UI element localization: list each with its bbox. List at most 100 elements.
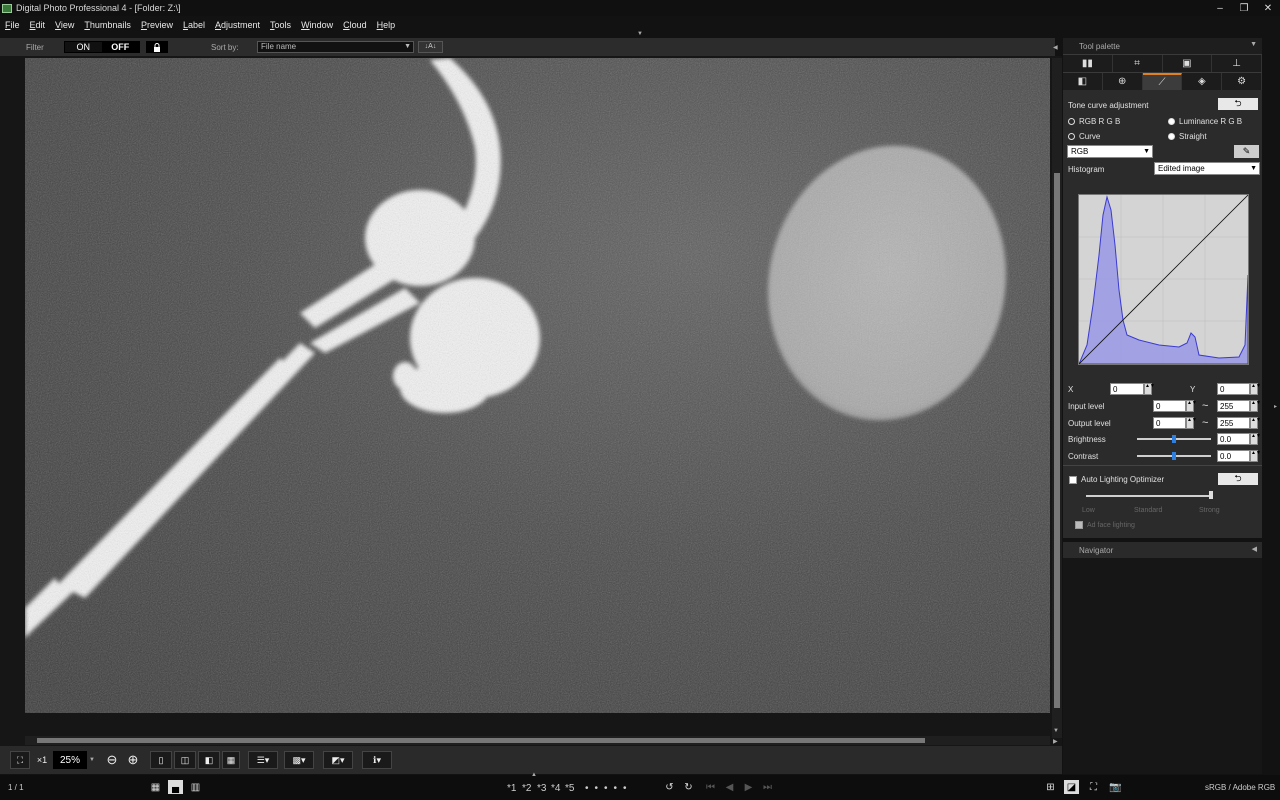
sort-direction-button[interactable]: ↓A↓ <box>418 41 443 53</box>
palette-menu-icon[interactable]: ▼ <box>1250 41 1257 48</box>
input-level-from[interactable]: 0 <box>1153 400 1186 412</box>
menu-window[interactable]: Window <box>296 20 338 30</box>
grid-mode-button[interactable]: ▦ <box>222 751 240 769</box>
y-spinner[interactable]: ▲▼ <box>1250 383 1261 395</box>
filmstrip-icon[interactable]: ▥ <box>188 780 203 794</box>
y-input[interactable]: 0 <box>1217 383 1250 395</box>
zoom-in-button[interactable]: ⊕ <box>124 751 142 769</box>
alo-slider[interactable] <box>1086 495 1211 497</box>
radio-curve[interactable]: Curve <box>1068 132 1100 141</box>
zoom-out-button[interactable]: ⊖ <box>103 751 121 769</box>
alo-slider-knob[interactable] <box>1209 491 1213 499</box>
menu-help[interactable]: Help <box>372 20 401 30</box>
menu-edit[interactable]: Edit <box>25 20 51 30</box>
edit-window-icon[interactable]: ▄ <box>168 780 183 794</box>
horizontal-scroll-thumb[interactable] <box>37 738 925 743</box>
zoom-value[interactable]: 25% <box>53 751 87 769</box>
vertical-scroll-thumb[interactable] <box>1054 173 1060 708</box>
contrast-slider-knob[interactable] <box>1172 452 1176 460</box>
alo-checkbox[interactable] <box>1069 476 1077 484</box>
view-mode-button[interactable]: ▯ <box>150 751 172 769</box>
radio-luminance[interactable]: Luminance R G B <box>1168 117 1242 126</box>
brightness-slider-knob[interactable] <box>1172 435 1176 443</box>
compare-mode-button[interactable]: ◫ <box>174 751 196 769</box>
contrast-value[interactable]: 0.0 <box>1217 450 1250 462</box>
close-icon[interactable]: ✕ <box>1257 0 1279 16</box>
vertical-scrollbar[interactable] <box>1052 58 1062 738</box>
output-level-to[interactable]: 255 <box>1217 417 1250 429</box>
preview-image[interactable] <box>25 58 1050 713</box>
rating-4[interactable]: *4 <box>551 783 560 794</box>
minimize-icon[interactable]: – <box>1209 0 1231 16</box>
output-level-from[interactable]: 0 <box>1153 417 1186 429</box>
menu-thumbnails[interactable]: Thumbnails <box>79 20 136 30</box>
eyedropper-button[interactable]: ✎ <box>1234 145 1259 158</box>
panel-toggle-icon[interactable]: ⊞ <box>1043 780 1058 794</box>
tab-stamp-icon[interactable]: ⊥ <box>1212 55 1262 72</box>
navigator-collapse-icon[interactable]: ◀ <box>1252 545 1257 553</box>
info-list-button[interactable]: ☰▾ <box>248 751 278 769</box>
brightness-value[interactable]: 0.0 <box>1217 433 1250 445</box>
image-viewer[interactable]: ◀ ▼ ▶ <box>0 45 1062 746</box>
menu-label[interactable]: Label <box>178 20 210 30</box>
input-to-spinner[interactable]: ▲▼ <box>1250 400 1261 412</box>
channel-select[interactable]: RGB ▼ <box>1067 145 1153 158</box>
scroll-down-icon[interactable]: ▼ <box>1053 728 1059 734</box>
sort-select[interactable]: File name ▼ <box>257 41 414 53</box>
collapse-arrow-icon[interactable]: ▼ <box>637 31 643 37</box>
output-from-spinner[interactable]: ▲▼ <box>1186 417 1197 429</box>
horizontal-scrollbar[interactable] <box>25 736 1050 745</box>
camera-icon[interactable]: 📷 <box>1108 780 1123 794</box>
thumbnail-view-icon[interactable]: ▦ <box>148 780 163 794</box>
menu-preview[interactable]: Preview <box>136 20 178 30</box>
tab-detail-icon[interactable]: ⊕ <box>1103 73 1143 90</box>
face-lighting-checkbox[interactable] <box>1075 521 1083 529</box>
split-mode-button[interactable]: ◧ <box>198 751 220 769</box>
tab-color-icon[interactable]: ◈ <box>1182 73 1223 90</box>
prev-image-icon[interactable]: ◀ <box>722 780 737 794</box>
rotate-left-icon[interactable]: ↺ <box>662 780 677 794</box>
x-spinner[interactable]: ▲▼ <box>1144 383 1155 395</box>
menu-adjustment[interactable]: Adjustment <box>210 20 265 30</box>
last-image-icon[interactable]: ⏭ <box>760 780 775 794</box>
input-from-spinner[interactable]: ▲▼ <box>1186 400 1197 412</box>
radio-straight[interactable]: Straight <box>1168 132 1207 141</box>
maximize-icon[interactable]: ❐ <box>1233 0 1255 16</box>
tab-crop-icon[interactable]: ⌗ <box>1113 55 1163 72</box>
filter-on-button[interactable]: ON <box>64 42 102 52</box>
tab-filmstrip-icon[interactable]: ▮▮ <box>1063 55 1113 72</box>
output-to-spinner[interactable]: ▲▼ <box>1250 417 1261 429</box>
expand-up-icon[interactable]: ▲ <box>531 772 537 778</box>
zoom-dropdown-icon[interactable]: ▼ <box>89 757 95 763</box>
lock-button[interactable] <box>145 41 168 53</box>
tab-dust-icon[interactable]: ▣ <box>1163 55 1213 72</box>
fit-window-button[interactable]: ⛶ <box>10 751 30 769</box>
expand-right-icon[interactable]: ▸ <box>1274 403 1277 410</box>
rating-2[interactable]: *2 <box>522 783 531 794</box>
tone-curve-graph[interactable] <box>1078 194 1249 365</box>
alo-reset-button[interactable]: ⮌ <box>1218 473 1258 485</box>
af-points-button[interactable]: ▩▾ <box>284 751 314 769</box>
brightness-spinner[interactable]: ▲▼ <box>1250 433 1261 445</box>
contrast-spinner[interactable]: ▲▼ <box>1250 450 1261 462</box>
rating-3[interactable]: *3 <box>537 783 546 794</box>
highlight-warning-button[interactable]: ◩▾ <box>323 751 353 769</box>
rating-5[interactable]: *5 <box>565 783 574 794</box>
info-button[interactable]: ℹ▾ <box>362 751 392 769</box>
first-image-icon[interactable]: ⏮ <box>703 780 718 794</box>
tab-settings-icon[interactable]: ⚙ <box>1222 73 1262 90</box>
fullscreen-icon[interactable]: ⛶ <box>1086 780 1101 794</box>
histogram-select[interactable]: Edited image ▼ <box>1154 162 1260 175</box>
scroll-right-icon[interactable]: ▶ <box>1053 738 1058 745</box>
rating-1[interactable]: *1 <box>507 783 516 794</box>
zoom-1x-button[interactable]: ×1 <box>33 751 51 769</box>
menu-cloud[interactable]: Cloud <box>338 20 372 30</box>
menu-tools[interactable]: Tools <box>265 20 296 30</box>
label-dots[interactable]: ••••• <box>585 783 633 794</box>
rotate-right-icon[interactable]: ↻ <box>681 780 696 794</box>
next-image-icon[interactable]: ▶ <box>741 780 756 794</box>
x-input[interactable]: 0 <box>1110 383 1144 395</box>
input-level-to[interactable]: 255 <box>1217 400 1250 412</box>
tab-tone-curve-icon[interactable]: ⟋ <box>1142 73 1183 90</box>
palette-toggle-icon[interactable]: ◪ <box>1064 780 1079 794</box>
